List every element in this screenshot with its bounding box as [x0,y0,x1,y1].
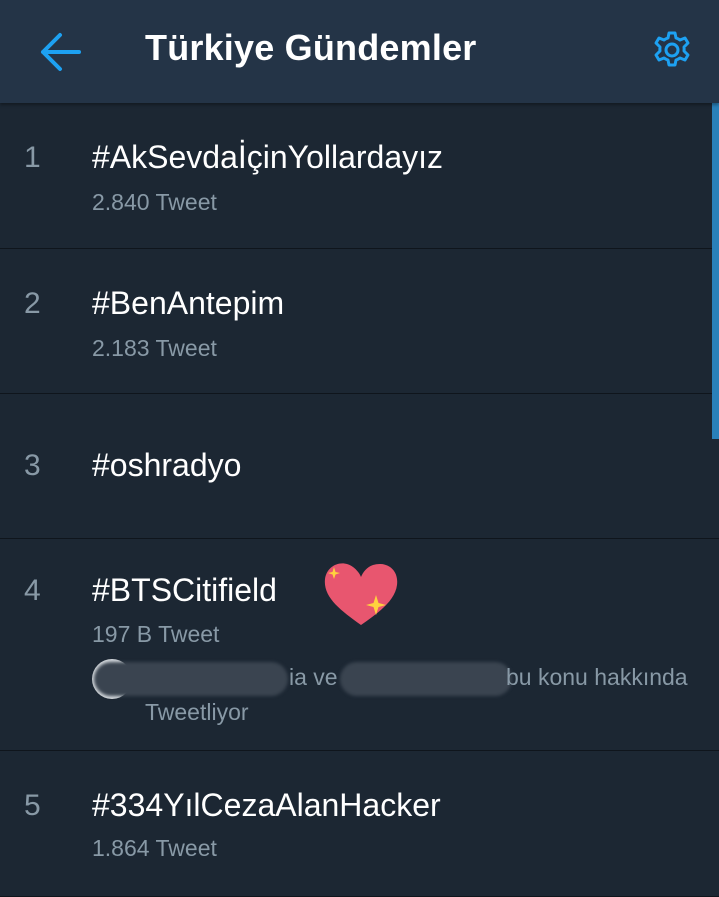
redacted-name [340,662,512,696]
settings-button[interactable] [648,26,696,74]
scrollbar[interactable] [712,103,719,439]
trend-rank: 2 [24,287,41,320]
trend-hashtag: #BenAntepim [92,285,285,321]
arrow-left-icon [41,33,81,71]
trend-rank: 3 [24,449,41,482]
trend-item-4[interactable]: 4 #BTSCitifield 197 B Tweet ia ve bu kon… [0,539,719,751]
trend-hashtag: #oshradyo [92,447,242,483]
context-text-part2: bu konu hakkında [506,664,688,690]
sparkling-heart-icon [324,563,398,625]
trend-context: ia ve bu konu hakkında Tweetliyor [92,652,712,732]
trend-item-3[interactable]: 3 #oshradyo [0,394,719,539]
trend-item-1[interactable]: 1 #AkSevdaİçinYollardayız 2.840 Tweet [0,103,719,249]
page-title: Türkiye Gündemler [145,27,477,68]
trend-item-2[interactable]: 2 #BenAntepim 2.183 Tweet [0,249,719,394]
trend-rank: 4 [24,574,41,607]
trend-rank: 5 [24,789,41,822]
trends-list: 1 #AkSevdaİçinYollardayız 2.840 Tweet 2 … [0,103,719,897]
context-text-part1: ia ve [289,664,338,690]
trend-tweet-count: 1.864 Tweet [92,835,217,861]
trend-hashtag: #BTSCitifield [92,572,277,608]
app-header: Türkiye Gündemler [0,0,719,103]
trend-tweet-count: 2.183 Tweet [92,335,217,361]
trend-hashtag: #334YılCezaAlanHacker [92,787,441,823]
trend-tweet-count: 197 B Tweet [92,621,220,647]
trend-tweet-count: 2.840 Tweet [92,189,217,215]
trend-rank: 1 [24,141,41,174]
context-text-part3: Tweetliyor [145,699,249,725]
gear-icon [654,31,690,67]
trend-hashtag: #AkSevdaİçinYollardayız [92,139,444,175]
back-button[interactable] [36,30,84,74]
trend-item-5[interactable]: 5 #334YılCezaAlanHacker 1.864 Tweet [0,751,719,897]
redacted-name [94,662,288,696]
